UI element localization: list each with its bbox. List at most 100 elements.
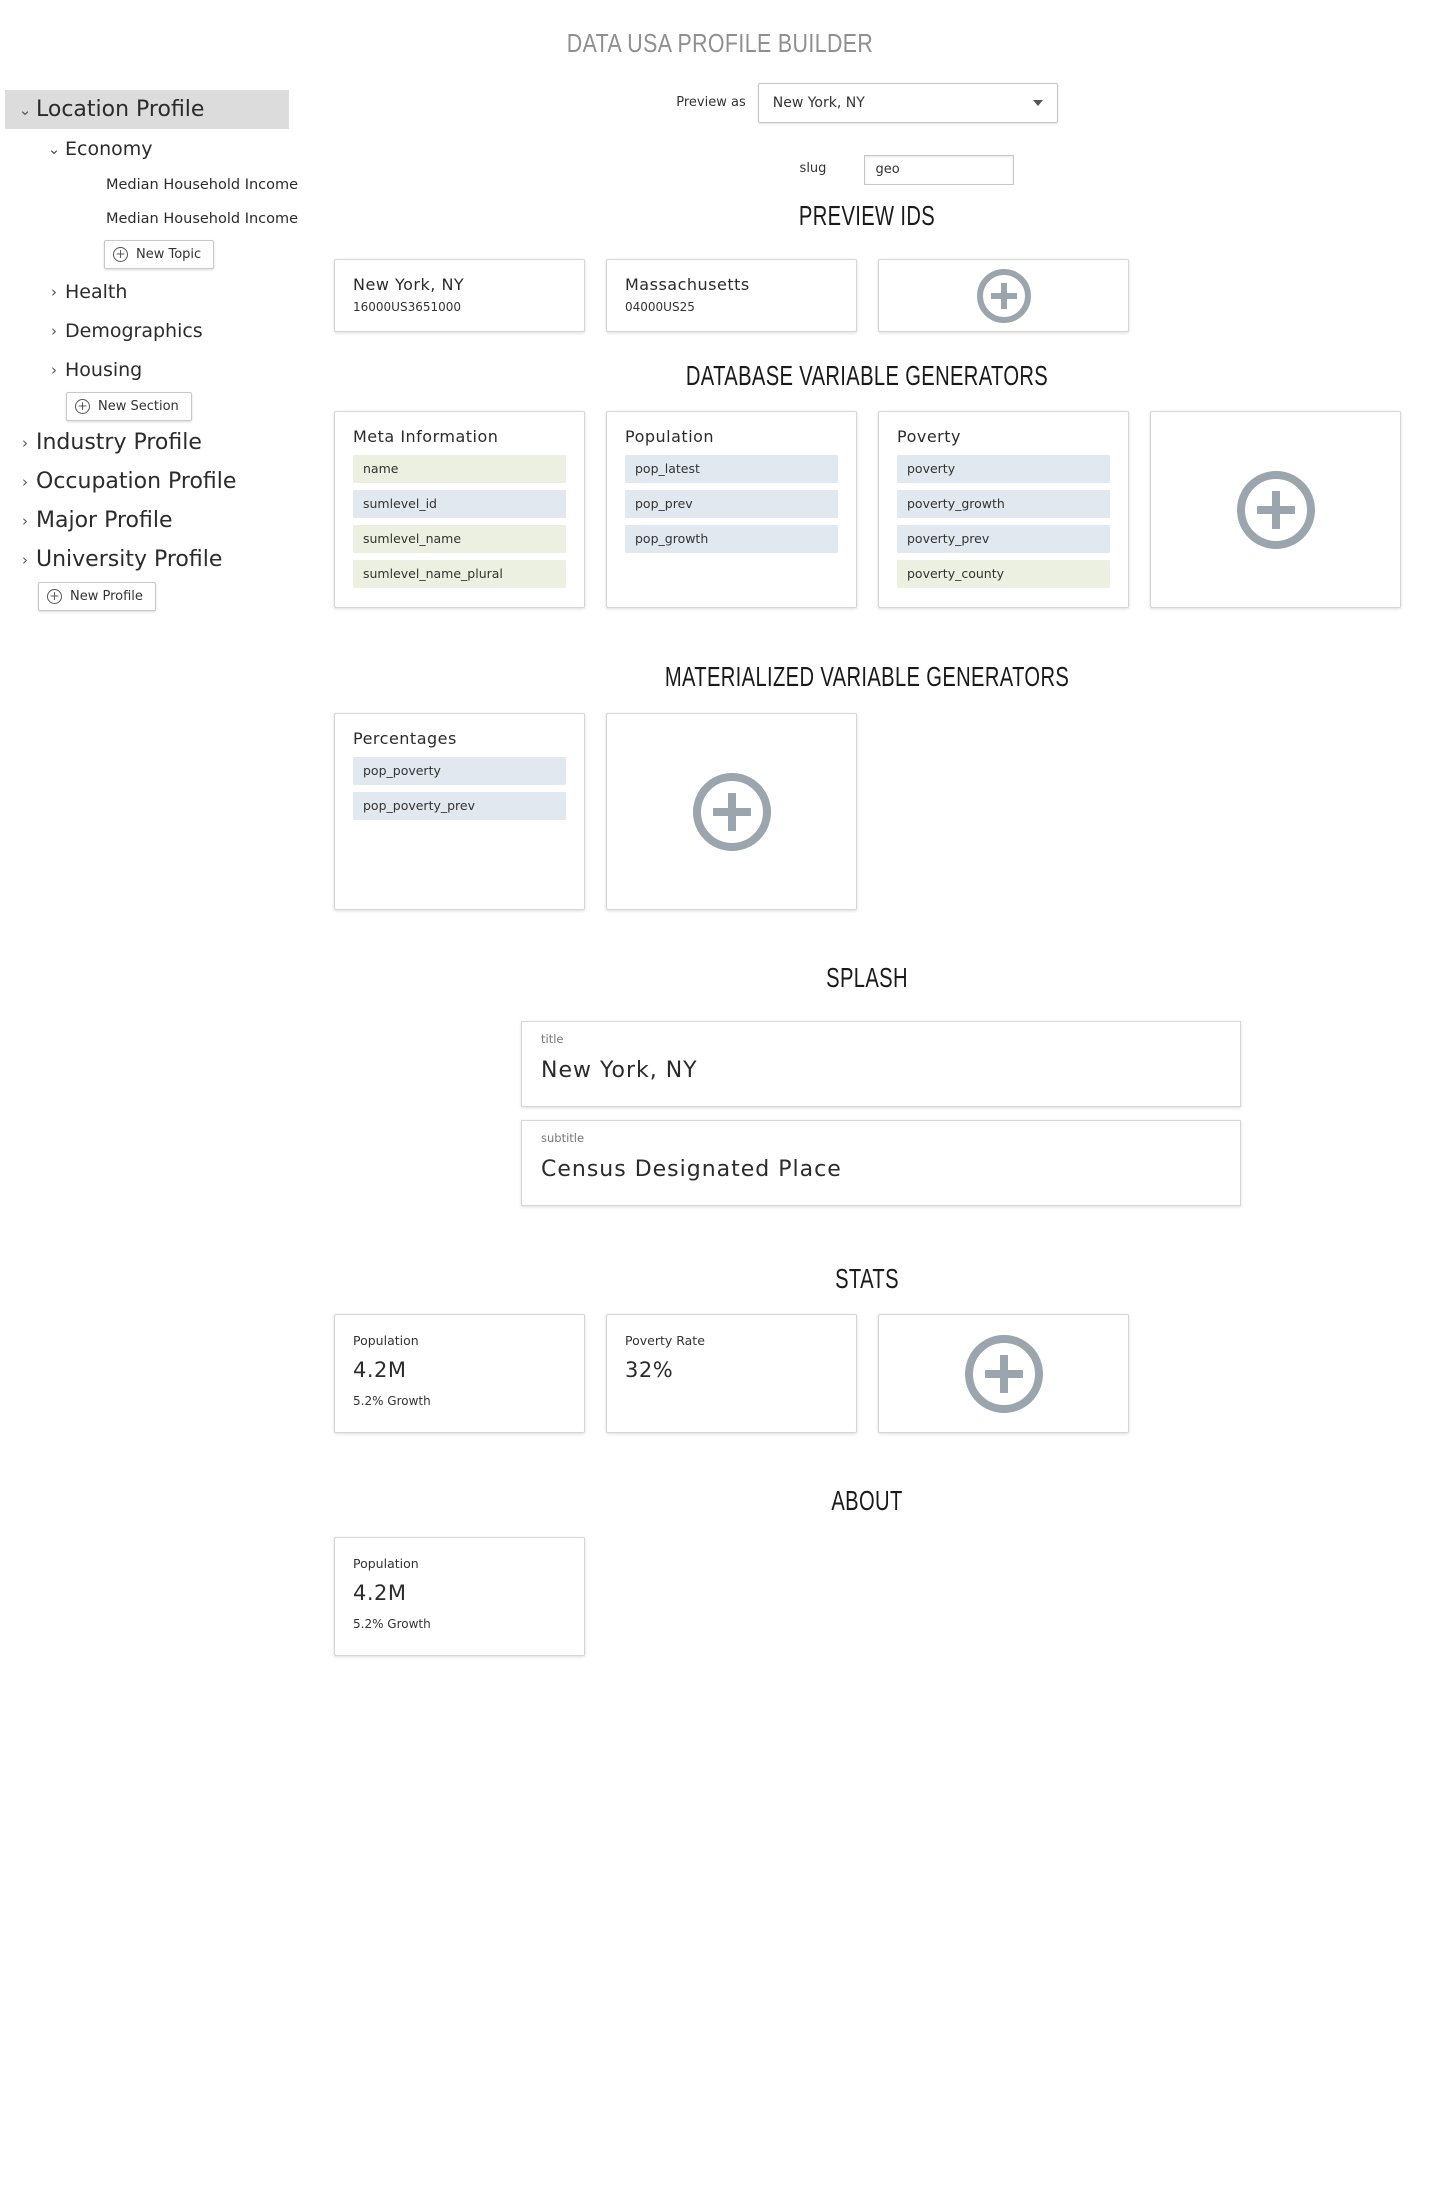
variable-chip[interactable]: sumlevel_name_plural xyxy=(353,560,566,588)
variable-chip[interactable]: sumlevel_name xyxy=(353,525,566,553)
chevron-right-icon: › xyxy=(22,472,28,491)
stat-label: Poverty Rate xyxy=(625,1333,705,1348)
field-value: Census Designated Place xyxy=(541,1157,842,1182)
section-title-mat-generators: MATERIALIZED VARIABLE GENERATORS xyxy=(664,661,1070,692)
button-label: New Profile xyxy=(70,588,143,604)
slug-input[interactable]: geo xyxy=(864,155,1015,185)
tree-topic[interactable]: Median Household Income xyxy=(0,168,300,202)
stat-value: 4.2M xyxy=(353,1358,407,1382)
tree-profile-industry[interactable]: › Industry Profile xyxy=(0,423,300,462)
stat-label: Population xyxy=(353,1556,419,1571)
new-section-button[interactable]: + New Section xyxy=(66,391,192,421)
chevron-right-icon: › xyxy=(51,321,57,340)
tree-section-health[interactable]: › Health xyxy=(0,272,300,311)
variable-chip[interactable]: pop_poverty xyxy=(353,757,566,785)
caret-down-icon xyxy=(1032,100,1043,106)
tree-section-economy[interactable]: ⌄ Economy xyxy=(0,129,300,168)
variable-chip[interactable]: pop_prev xyxy=(625,490,838,518)
generator-title: Meta Information xyxy=(353,427,499,446)
tree-section-housing[interactable]: › Housing xyxy=(0,350,300,389)
variable-chip[interactable]: name xyxy=(353,455,566,483)
stat-sub: 5.2% Growth xyxy=(353,1394,431,1408)
slug-row: slug geo xyxy=(334,155,1400,185)
generator-title: Population xyxy=(625,427,715,446)
variable-chip[interactable]: poverty xyxy=(897,455,1110,483)
plus-circle-icon: + xyxy=(113,246,128,262)
stat-label: Population xyxy=(353,1333,419,1348)
chevron-right-icon: › xyxy=(51,360,57,379)
tree-label: Demographics xyxy=(65,319,203,342)
section-title-preview-ids: PREVIEW IDS xyxy=(798,200,936,231)
field-value: New York, NY xyxy=(541,1058,698,1083)
new-topic-row: + New Topic xyxy=(0,236,300,272)
variable-chip[interactable]: poverty_prev xyxy=(897,525,1110,553)
stat-value: 32% xyxy=(625,1358,674,1382)
chevron-down-icon: ⌄ xyxy=(18,100,32,119)
preview-id-value: 16000US3651000 xyxy=(353,300,462,314)
generator-title: Percentages xyxy=(353,729,457,748)
button-label: New Section xyxy=(98,398,179,414)
plus-circle-icon: + xyxy=(75,398,90,414)
chevron-right-icon: › xyxy=(22,511,28,530)
preview-id-card[interactable]: Massachusetts 04000US25 xyxy=(606,259,857,332)
slug-label: slug xyxy=(799,161,827,176)
preview-select-value: New York, NY xyxy=(772,95,865,111)
splash-subtitle-field[interactable]: subtitle Census Designated Place xyxy=(521,1120,1241,1206)
add-generator-button[interactable] xyxy=(1150,411,1401,608)
plus-circle-icon: + xyxy=(47,588,62,604)
stat-sub: 5.2% Growth xyxy=(353,1617,431,1631)
plus-circle-icon xyxy=(964,1334,1043,1413)
preview-id-name: Massachusetts xyxy=(625,275,750,294)
tree-profile-location[interactable]: ⌄ Location Profile xyxy=(5,90,289,129)
tree-section-demographics[interactable]: › Demographics xyxy=(0,311,300,350)
plus-circle-icon xyxy=(692,772,771,851)
variable-chip[interactable]: poverty_county xyxy=(897,560,1110,588)
tree-label: University Profile xyxy=(36,547,223,572)
field-label: title xyxy=(541,1032,564,1046)
add-stat-button[interactable] xyxy=(878,1314,1129,1433)
tree-profile-occupation[interactable]: › Occupation Profile xyxy=(0,462,300,501)
app-title: DATA USA PROFILE BUILDER xyxy=(566,28,874,58)
about-card[interactable]: Population 4.2M 5.2% Growth xyxy=(334,1537,585,1656)
tree-label: Health xyxy=(65,280,128,303)
stat-card[interactable]: Population 4.2M 5.2% Growth xyxy=(334,1314,585,1433)
preview-select[interactable]: New York, NY xyxy=(757,83,1058,123)
section-title-about: ABOUT xyxy=(831,1485,903,1516)
preview-id-name: New York, NY xyxy=(353,275,465,294)
tree-topic[interactable]: Median Household Income xyxy=(0,202,300,236)
chevron-right-icon: › xyxy=(22,550,28,569)
stat-value: 4.2M xyxy=(353,1581,407,1605)
splash-title-field[interactable]: title New York, NY xyxy=(521,1021,1241,1107)
stat-card[interactable]: Poverty Rate 32% xyxy=(606,1314,857,1433)
tree-label: Median Household Income xyxy=(106,177,299,193)
variable-chip[interactable]: poverty_growth xyxy=(897,490,1110,518)
variable-chip[interactable]: pop_poverty_prev xyxy=(353,792,566,820)
field-label: subtitle xyxy=(541,1131,585,1145)
preview-as-label: Preview as xyxy=(676,95,746,110)
materializer-card[interactable]: Percentages pop_poverty pop_poverty_prev xyxy=(334,713,585,910)
section-title-splash: SPLASH xyxy=(826,962,908,993)
new-topic-button[interactable]: + New Topic xyxy=(104,239,215,269)
variable-chip[interactable]: pop_latest xyxy=(625,455,838,483)
plus-circle-icon xyxy=(976,268,1031,323)
add-preview-id-button[interactable] xyxy=(878,259,1129,332)
section-title-db-generators: DATABASE VARIABLE GENERATORS xyxy=(685,360,1049,391)
generator-card[interactable]: Population pop_latest pop_prev pop_growth xyxy=(606,411,857,608)
tree-profile-major[interactable]: › Major Profile xyxy=(0,501,300,540)
variable-chip[interactable]: sumlevel_id xyxy=(353,490,566,518)
chevron-right-icon: › xyxy=(22,433,28,452)
tree-label: Housing xyxy=(65,358,143,381)
new-profile-button[interactable]: + New Profile xyxy=(38,581,156,611)
preview-id-card[interactable]: New York, NY 16000US3651000 xyxy=(334,259,585,332)
generator-card[interactable]: Poverty poverty poverty_growth poverty_prev… xyxy=(878,411,1129,608)
generator-title: Poverty xyxy=(897,427,961,446)
generator-card[interactable]: Meta Information name sumlevel_id sumlevel_… xyxy=(334,411,585,608)
variable-list: name sumlevel_id sumlevel_name sumlevel_nam… xyxy=(353,455,566,588)
tree-label: Economy xyxy=(65,137,153,160)
tree-label: Major Profile xyxy=(36,508,173,533)
tree-profile-university[interactable]: › University Profile xyxy=(0,540,300,579)
new-profile-row: + New Profile xyxy=(0,579,300,613)
add-materializer-button[interactable] xyxy=(606,713,857,910)
variable-chip[interactable]: pop_growth xyxy=(625,525,838,553)
chevron-down-icon: ⌄ xyxy=(47,139,61,158)
